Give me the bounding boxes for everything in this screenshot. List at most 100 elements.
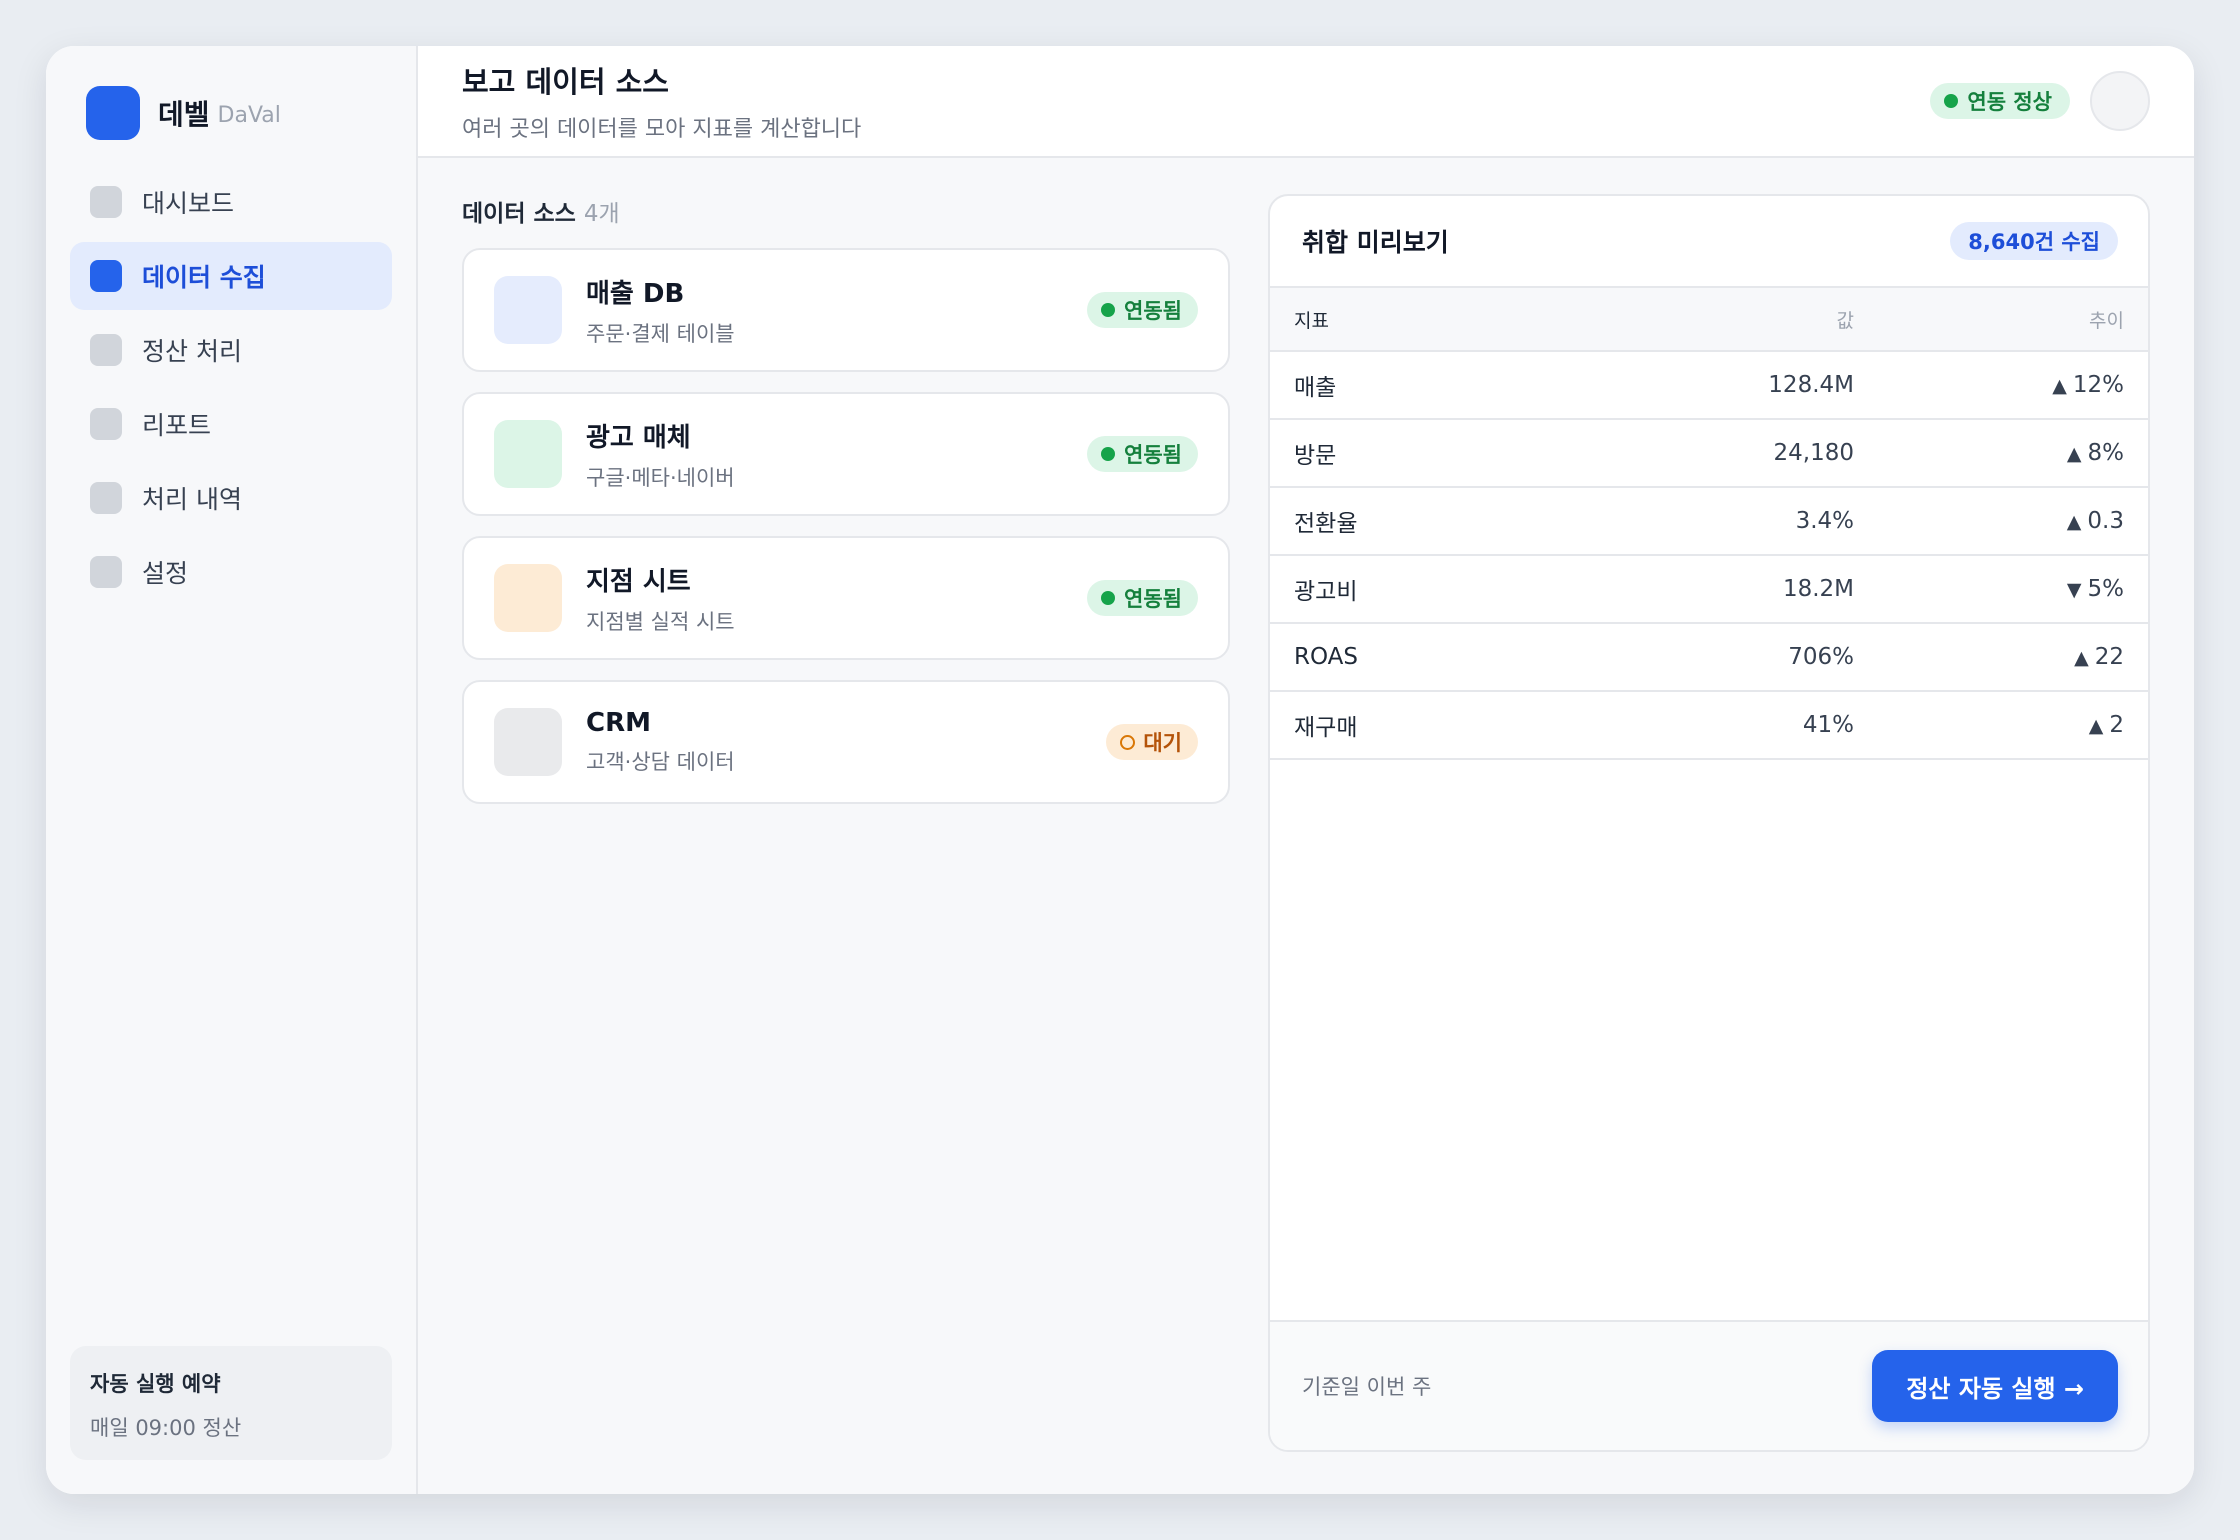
- trend-value: 2: [2109, 712, 2124, 738]
- run-settlement-button[interactable]: 정산 자동 실행 →: [1872, 1350, 2118, 1422]
- sidebar-item-settlement[interactable]: 정산 처리: [70, 316, 392, 384]
- metric-name: 광고비: [1270, 555, 1570, 624]
- table-row: 전환율 3.4% ▲ 0.3: [1270, 487, 2148, 556]
- brand-name: 데벨: [158, 98, 210, 131]
- trend-up-icon: ▲: [2074, 647, 2089, 669]
- app-window: 데벨 DaVal 대시보드 데이터 수집 정산 처리 리포트 처리 내역 설정 …: [46, 46, 2194, 1494]
- connection-status-label: 연동 정상: [1967, 90, 2052, 114]
- table-row: 매출 128.4M ▲ 12%: [1270, 351, 2148, 420]
- sidebar-item-dashboard[interactable]: 대시보드: [70, 168, 392, 236]
- sidebar-item-data-collection[interactable]: 데이터 수집: [70, 242, 392, 310]
- trend-up-icon: ▲: [2052, 375, 2067, 397]
- metric-trend: ▲ 0.3: [1858, 487, 2148, 556]
- source-card-sales-db[interactable]: 매출 DB 주문·결제 테이블 연동됨: [462, 248, 1230, 372]
- main-area: 보고 데이터 소스 여러 곳의 데이터를 모아 지표를 계산합니다 연동 정상 …: [418, 46, 2194, 1494]
- sidebar-item-label: 리포트: [142, 411, 212, 440]
- source-desc: 고객·상담 데이터: [586, 750, 735, 774]
- metric-trend: ▲ 22: [1858, 623, 2148, 692]
- metric-name: 재구매: [1270, 691, 1570, 760]
- collected-count-badge: 8,640건 수집: [1950, 222, 2118, 260]
- metric-trend: ▼ 5%: [1858, 555, 2148, 624]
- schedule-title: 자동 실행 예약: [90, 1372, 221, 1396]
- avatar[interactable]: [2090, 71, 2150, 131]
- settlement-icon: [90, 334, 122, 366]
- metric-name: 매출: [1270, 351, 1570, 420]
- table-row: 방문 24,180 ▲ 8%: [1270, 419, 2148, 488]
- brand-subtitle: DaVal: [217, 102, 281, 128]
- metric-value: 41%: [1570, 691, 1858, 760]
- column-header-trend: 추이: [1858, 286, 2148, 352]
- sidebar: 데벨 DaVal 대시보드 데이터 수집 정산 처리 리포트 처리 내역 설정 …: [46, 46, 418, 1494]
- metric-value: 706%: [1570, 623, 1858, 692]
- status-badge: 연동됨: [1087, 580, 1198, 616]
- source-name: 광고 매체: [586, 422, 691, 453]
- crm-icon: [494, 708, 562, 776]
- trend-value: 8%: [2087, 440, 2125, 466]
- trend-value: 0.3: [2087, 508, 2124, 534]
- metric-trend: ▲ 12%: [1858, 351, 2148, 420]
- sidebar-item-label: 대시보드: [142, 189, 235, 218]
- brand[interactable]: 데벨 DaVal: [86, 86, 392, 140]
- status-label: 연동됨: [1124, 299, 1182, 323]
- column-header-metric: 지표: [1270, 286, 1570, 352]
- page-title: 보고 데이터 소스: [462, 65, 669, 99]
- sidebar-item-label: 정산 처리: [142, 337, 242, 366]
- source-name: 지점 시트: [586, 566, 691, 597]
- database-icon: [494, 276, 562, 344]
- metric-name: 방문: [1270, 419, 1570, 488]
- source-desc: 주문·결제 테이블: [586, 321, 735, 346]
- section-title: 데이터 소스 4개: [462, 194, 1230, 228]
- status-badge: 대기: [1106, 724, 1198, 760]
- sidebar-item-report[interactable]: 리포트: [70, 390, 392, 458]
- trend-up-icon: ▲: [2088, 715, 2104, 737]
- trend-down-icon: ▼: [2066, 579, 2082, 601]
- sidebar-item-history[interactable]: 처리 내역: [70, 464, 392, 532]
- trend-value: 5%: [2087, 576, 2125, 602]
- trend-value: 12%: [2072, 372, 2124, 398]
- sources-title: 데이터 소스: [462, 201, 576, 227]
- source-name: CRM: [586, 708, 651, 738]
- metric-value: 128.4M: [1570, 351, 1858, 420]
- column-header-value: 값: [1570, 286, 1858, 352]
- content: 데이터 소스 4개 매출 DB 주문·결제 테이블 연동됨 광고 매체 구글·메…: [418, 158, 2194, 1494]
- sidebar-item-label: 설정: [142, 559, 189, 588]
- source-card-crm[interactable]: CRM 고객·상담 데이터 대기: [462, 680, 1230, 804]
- table-header-row: 지표 값 추이: [1270, 286, 2148, 352]
- connected-dot-icon: [1101, 447, 1116, 461]
- connection-status-badge: 연동 정상: [1930, 83, 2070, 119]
- trend-up-icon: ▲: [2066, 511, 2082, 533]
- status-badge: 연동됨: [1087, 292, 1198, 328]
- status-label: 연동됨: [1124, 443, 1182, 467]
- pending-circle-icon: [1120, 734, 1136, 750]
- table-row: 광고비 18.2M ▼ 5%: [1270, 555, 2148, 624]
- sources-count: 4개: [583, 201, 620, 227]
- connected-dot-icon: [1101, 303, 1116, 317]
- source-card-branch-sheet[interactable]: 지점 시트 지점별 실적 시트 연동됨: [462, 536, 1230, 660]
- metric-value: 24,180: [1570, 419, 1858, 488]
- data-sources-panel: 데이터 소스 4개 매출 DB 주문·결제 테이블 연동됨 광고 매체 구글·메…: [462, 194, 1230, 1452]
- connected-dot-icon: [1101, 591, 1116, 605]
- metric-name: ROAS: [1270, 623, 1570, 692]
- sidebar-nav: 대시보드 데이터 수집 정산 처리 리포트 처리 내역 설정: [70, 168, 392, 606]
- metric-value: 3.4%: [1570, 487, 1858, 556]
- trend-up-icon: ▲: [2066, 443, 2082, 465]
- schedule-card[interactable]: 자동 실행 예약 매일 09:00 정산: [70, 1346, 392, 1460]
- preview-footer: 기준일 이번 주 정산 자동 실행 →: [1270, 1320, 2148, 1450]
- sheet-icon: [494, 564, 562, 632]
- history-icon: [90, 482, 122, 514]
- sidebar-item-settings[interactable]: 설정: [70, 538, 392, 606]
- trend-value: 22: [2094, 644, 2124, 670]
- reference-date-label: 기준일 이번 주: [1302, 1375, 1432, 1399]
- report-icon: [90, 408, 122, 440]
- status-label: 대기: [1143, 731, 1182, 755]
- metric-name: 전환율: [1270, 487, 1570, 556]
- table-row: 재구매 41% ▲ 2: [1270, 691, 2148, 760]
- source-card-ad-media[interactable]: 광고 매체 구글·메타·네이버 연동됨: [462, 392, 1230, 516]
- schedule-detail: 매일 09:00 정산: [90, 1416, 242, 1440]
- source-desc: 지점별 실적 시트: [586, 609, 735, 634]
- status-label: 연동됨: [1124, 587, 1182, 611]
- preview-header: 취합 미리보기 8,640건 수집: [1270, 196, 2148, 286]
- metric-value: 18.2M: [1570, 555, 1858, 624]
- dashboard-icon: [90, 186, 122, 218]
- ad-media-icon: [494, 420, 562, 488]
